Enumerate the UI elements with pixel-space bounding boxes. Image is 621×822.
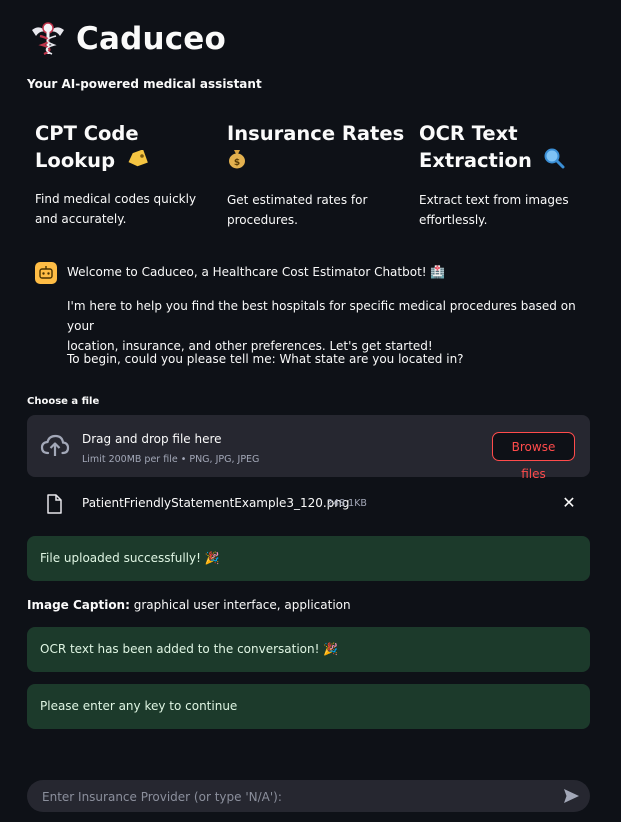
file-uploader-label: Choose a file (27, 396, 100, 407)
upload-success-alert: File uploaded successfully! 🎉 (27, 536, 590, 581)
chat-input[interactable] (40, 780, 544, 814)
bot-avatar-icon (35, 262, 57, 284)
app-tagline: Your AI-powered medical assistant (27, 77, 262, 91)
feature-title: CPT Code Lookup (35, 120, 215, 175)
ocr-added-alert: OCR text has been added to the conversat… (27, 627, 590, 672)
caduceus-logo-icon (28, 18, 68, 58)
remove-file-close-icon[interactable]: ✕ (560, 494, 578, 512)
feature-ocr-extraction: OCR Text Extraction Extract text from im… (419, 120, 599, 230)
feature-title: OCR Text Extraction (419, 120, 599, 176)
money-bag-icon: $ (227, 147, 247, 176)
cloud-upload-icon (40, 433, 70, 459)
continue-prompt-alert: Please enter any key to continue (27, 684, 590, 729)
image-caption-label: Image Caption: (27, 598, 130, 612)
send-icon[interactable] (562, 787, 580, 805)
feature-cpt-lookup: CPT Code Lookup Find medical codes quick… (35, 120, 215, 229)
app-title: Caduceo (76, 21, 227, 57)
magnifier-icon (543, 147, 565, 176)
dropzone-title: Drag and drop file here (82, 432, 222, 446)
chat-intro-message: I'm here to help you find the best hospi… (67, 299, 576, 353)
browse-files-button[interactable]: Browse files (492, 432, 575, 481)
feature-title: Insurance Rates $ (227, 120, 407, 176)
svg-text:$: $ (234, 158, 240, 168)
feature-description: Find medical codes quickly and accuratel… (35, 192, 197, 226)
feature-description: Get estimated rates for procedures. (227, 193, 368, 227)
image-caption: Image Caption: graphical user interface,… (27, 597, 351, 613)
dropzone-limit-text: Limit 200MB per file • PNG, JPG, JPEG (82, 454, 260, 465)
image-caption-value: graphical user interface, application (129, 598, 351, 612)
feature-insurance-rates: Insurance Rates $ Get estimated rates fo… (227, 120, 407, 230)
uploaded-file-name: PatientFriendlyStatementExample3_120.png (82, 496, 350, 510)
feature-description: Extract text from images effortlessly. (419, 193, 569, 227)
chat-question-message: To begin, could you please tell me: What… (67, 352, 464, 366)
file-icon (46, 494, 62, 514)
uploaded-file-size: 248.1KB (327, 498, 367, 509)
tag-icon (126, 148, 148, 175)
chat-welcome-message: Welcome to Caduceo, a Healthcare Cost Es… (67, 265, 446, 279)
chat-input-bar (27, 780, 590, 814)
